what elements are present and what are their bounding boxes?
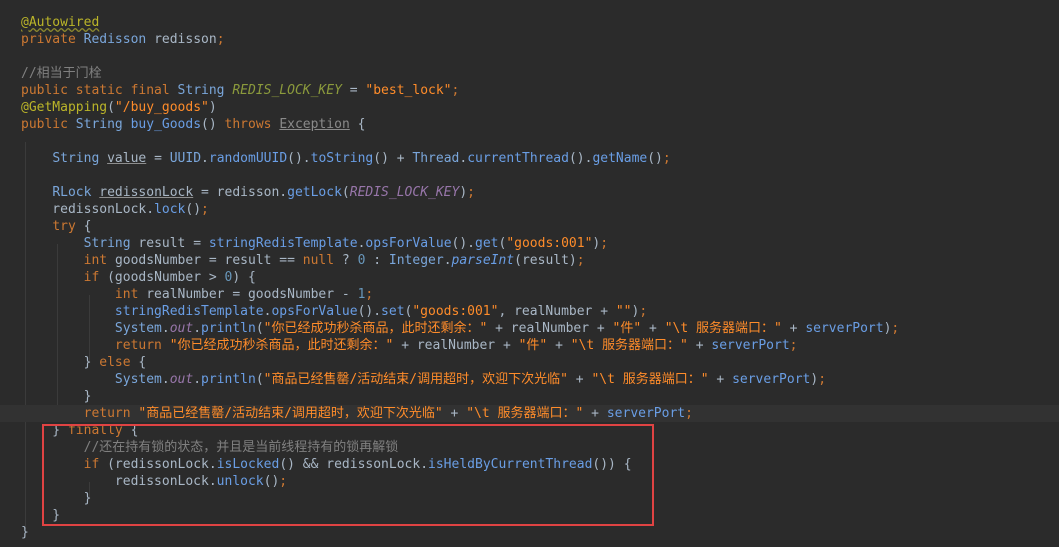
code-line[interactable]: } [0,524,1059,541]
code-line[interactable]: try { [0,218,1059,235]
code-line[interactable]: RLock redissonLock = redisson.getLock(RE… [0,184,1059,201]
code-line[interactable]: public String buy_Goods() throws Excepti… [0,116,1059,133]
code-line[interactable]: //相当于门栓 [0,65,1059,82]
code-line-current[interactable]: return "商品已经售罄/活动结束/调用超时，欢迎下次光临" + "\t 服… [0,405,1059,422]
code-line[interactable] [0,133,1059,150]
code-line[interactable]: String result = stringRedisTemplate.opsF… [0,235,1059,252]
code-line[interactable]: return "你已经成功秒杀商品，此时还剩余：" + realNumber +… [0,337,1059,354]
code-line[interactable]: int goodsNumber = result == null ? 0 : I… [0,252,1059,269]
code-line[interactable] [0,48,1059,65]
code-line[interactable]: public static final String REDIS_LOCK_KE… [0,82,1059,99]
code-line[interactable]: @Autowired [0,14,1059,31]
code-line-text: @Autowired [21,15,100,30]
code-line[interactable]: } else { [0,354,1059,371]
code-line[interactable]: System.out.println("你已经成功秒杀商品，此时还剩余：" + … [0,320,1059,337]
code-line[interactable]: stringRedisTemplate.opsForValue().set("g… [0,303,1059,320]
code-line[interactable]: private Redisson redisson; [0,31,1059,48]
code-line[interactable]: System.out.println("商品已经售罄/活动结束/调用超时，欢迎下… [0,371,1059,388]
code-editor[interactable]: @Autowired private Redisson redisson; //… [0,0,1059,547]
code-line[interactable]: @GetMapping("/buy_goods") [0,99,1059,116]
code-line[interactable]: int realNumber = goodsNumber - 1; [0,286,1059,303]
code-line[interactable] [0,167,1059,184]
code-line[interactable]: } [0,388,1059,405]
code-line[interactable]: String value = UUID.randomUUID().toStrin… [0,150,1059,167]
code-line[interactable]: redissonLock.lock(); [0,201,1059,218]
code-line[interactable]: if (goodsNumber > 0) { [0,269,1059,286]
finally-block-highlight [42,424,654,526]
